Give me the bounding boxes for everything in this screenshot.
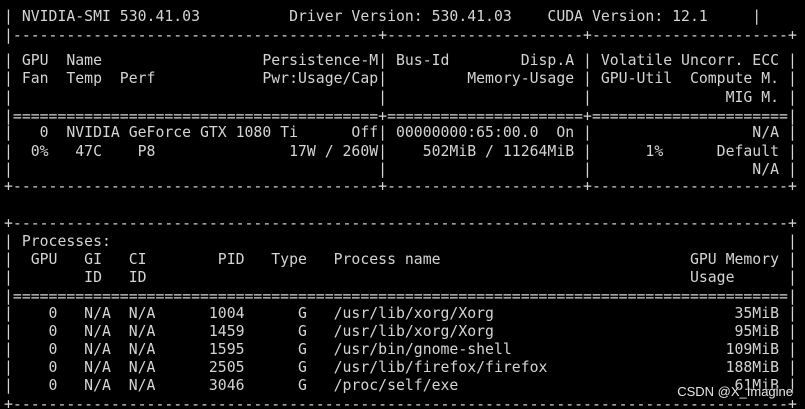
process-row: | 0 N/A N/A 1595 G /usr/bin/gnome-shell … bbox=[4, 341, 797, 358]
gpu-row-line-3: | | | N/A | bbox=[4, 161, 797, 178]
process-row: | 0 N/A N/A 1459 G /usr/lib/xorg/Xorg 95… bbox=[4, 323, 797, 340]
processes-title: | Processes: | bbox=[4, 233, 797, 250]
gpu-row-line-1: | 0 NVIDIA GeForce GTX 1080 Ti Off| 0000… bbox=[4, 124, 797, 141]
table-border: |---------------------------------------… bbox=[4, 27, 797, 44]
gpu-column-headers-row-1: | GPU Name Persistence-M| Bus-Id Disp.A … bbox=[4, 52, 797, 69]
processes-column-headers-row-1: | GPU GI CI PID Type Process name GPU Me… bbox=[4, 251, 797, 268]
smi-header-line: | NVIDIA-SMI 530.41.03 Driver Version: 5… bbox=[4, 8, 762, 25]
processes-column-headers-row-2: | ID ID Usage | bbox=[4, 269, 797, 286]
processes-table-border: +---------------------------------------… bbox=[4, 215, 797, 232]
table-border: +---------------------------------------… bbox=[4, 178, 797, 195]
process-row: | 0 N/A N/A 1004 G /usr/lib/xorg/Xorg 35… bbox=[4, 305, 797, 322]
gpu-row-line-2: | 0% 47C P8 17W / 260W| 502MiB / 11264Mi… bbox=[4, 143, 797, 160]
gpu-column-headers-row-2: | Fan Temp Perf Pwr:Usage/Cap| Memory-Us… bbox=[4, 70, 797, 87]
watermark: CSDN @X_Imagine bbox=[677, 384, 793, 399]
gpu-column-headers-row-3: | | | MIG M. | bbox=[4, 89, 797, 106]
process-row: | 0 N/A N/A 2505 G /usr/lib/firefox/fire… bbox=[4, 359, 797, 376]
terminal-window[interactable]: | NVIDIA-SMI 530.41.03 Driver Version: 5… bbox=[0, 0, 805, 409]
processes-header-separator: |=======================================… bbox=[4, 288, 797, 305]
